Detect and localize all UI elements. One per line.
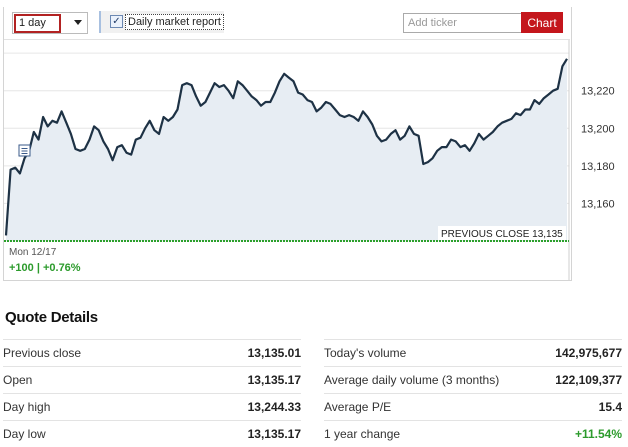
quote-value: 142,975,677	[555, 346, 622, 360]
quote-value: 13,135.17	[247, 373, 301, 387]
quote-row: Average P/E 15.4	[324, 393, 622, 420]
quote-value: 15.4	[598, 400, 622, 414]
period-select[interactable]: 1 day	[12, 12, 88, 34]
daily-report-toggle[interactable]: ✓ Daily market report	[99, 11, 224, 33]
quote-row: Average daily volume (3 months) 122,109,3…	[324, 366, 622, 393]
quote-row: 1 year change +11.54%	[324, 420, 622, 447]
quote-value: 13,135.17	[247, 427, 301, 441]
quote-left-column: Previous close 13,135.01 Open 13,135.17 Day …	[3, 339, 301, 444]
quote-label: Day low	[3, 427, 46, 441]
quote-row: Day high 13,244.33	[3, 393, 301, 420]
y-tick-label: 13,160	[581, 198, 615, 210]
quote-value: 13,135.01	[247, 346, 301, 360]
price-area	[6, 58, 567, 241]
y-tick-label: 13,220	[581, 86, 615, 98]
chart-button[interactable]: Chart	[521, 12, 563, 33]
period-selected-value: 1 day	[14, 14, 61, 33]
quote-label: Today's volume	[324, 346, 407, 360]
quote-label: Average P/E	[324, 400, 392, 414]
y-tick-label: 13,180	[581, 161, 615, 173]
quote-right-column: Today's volume 142,975,677 Average daily v…	[324, 339, 622, 444]
report-checkbox[interactable]: ✓	[110, 15, 123, 28]
report-marker-icon	[18, 144, 31, 157]
previous-close-label: PREVIOUS CLOSE 13,135	[441, 229, 563, 240]
quote-row: Today's volume 142,975,677	[324, 339, 622, 366]
quote-label: Previous close	[3, 346, 82, 360]
quote-details-title: Quote Details	[5, 309, 98, 326]
report-label: Daily market report	[125, 14, 224, 30]
price-chart: 13,220 13,200 13,180 13,160 PREVIOUS CLOSE 1…	[4, 40, 615, 280]
quote-value: 122,109,377	[555, 373, 622, 387]
quote-row: Day low 13,135.17	[3, 420, 301, 447]
y-tick-label: 13,200	[581, 123, 615, 135]
quote-value: +11.54%	[574, 427, 622, 441]
quote-row: Open 13,135.17	[3, 366, 301, 393]
quote-label: Open	[3, 373, 33, 387]
change-label: +100 | +0.76%	[9, 262, 81, 274]
quote-row: Previous close 13,135.01	[3, 339, 301, 366]
quote-label: Day high	[3, 400, 51, 414]
chart-date-label: Mon 12/17	[9, 247, 57, 258]
add-ticker-input[interactable]	[403, 13, 523, 33]
quote-value: 13,244.33	[247, 400, 301, 414]
chevron-down-icon	[74, 20, 82, 25]
quote-label: 1 year change	[324, 427, 401, 441]
quote-label: Average daily volume (3 months)	[324, 373, 500, 387]
